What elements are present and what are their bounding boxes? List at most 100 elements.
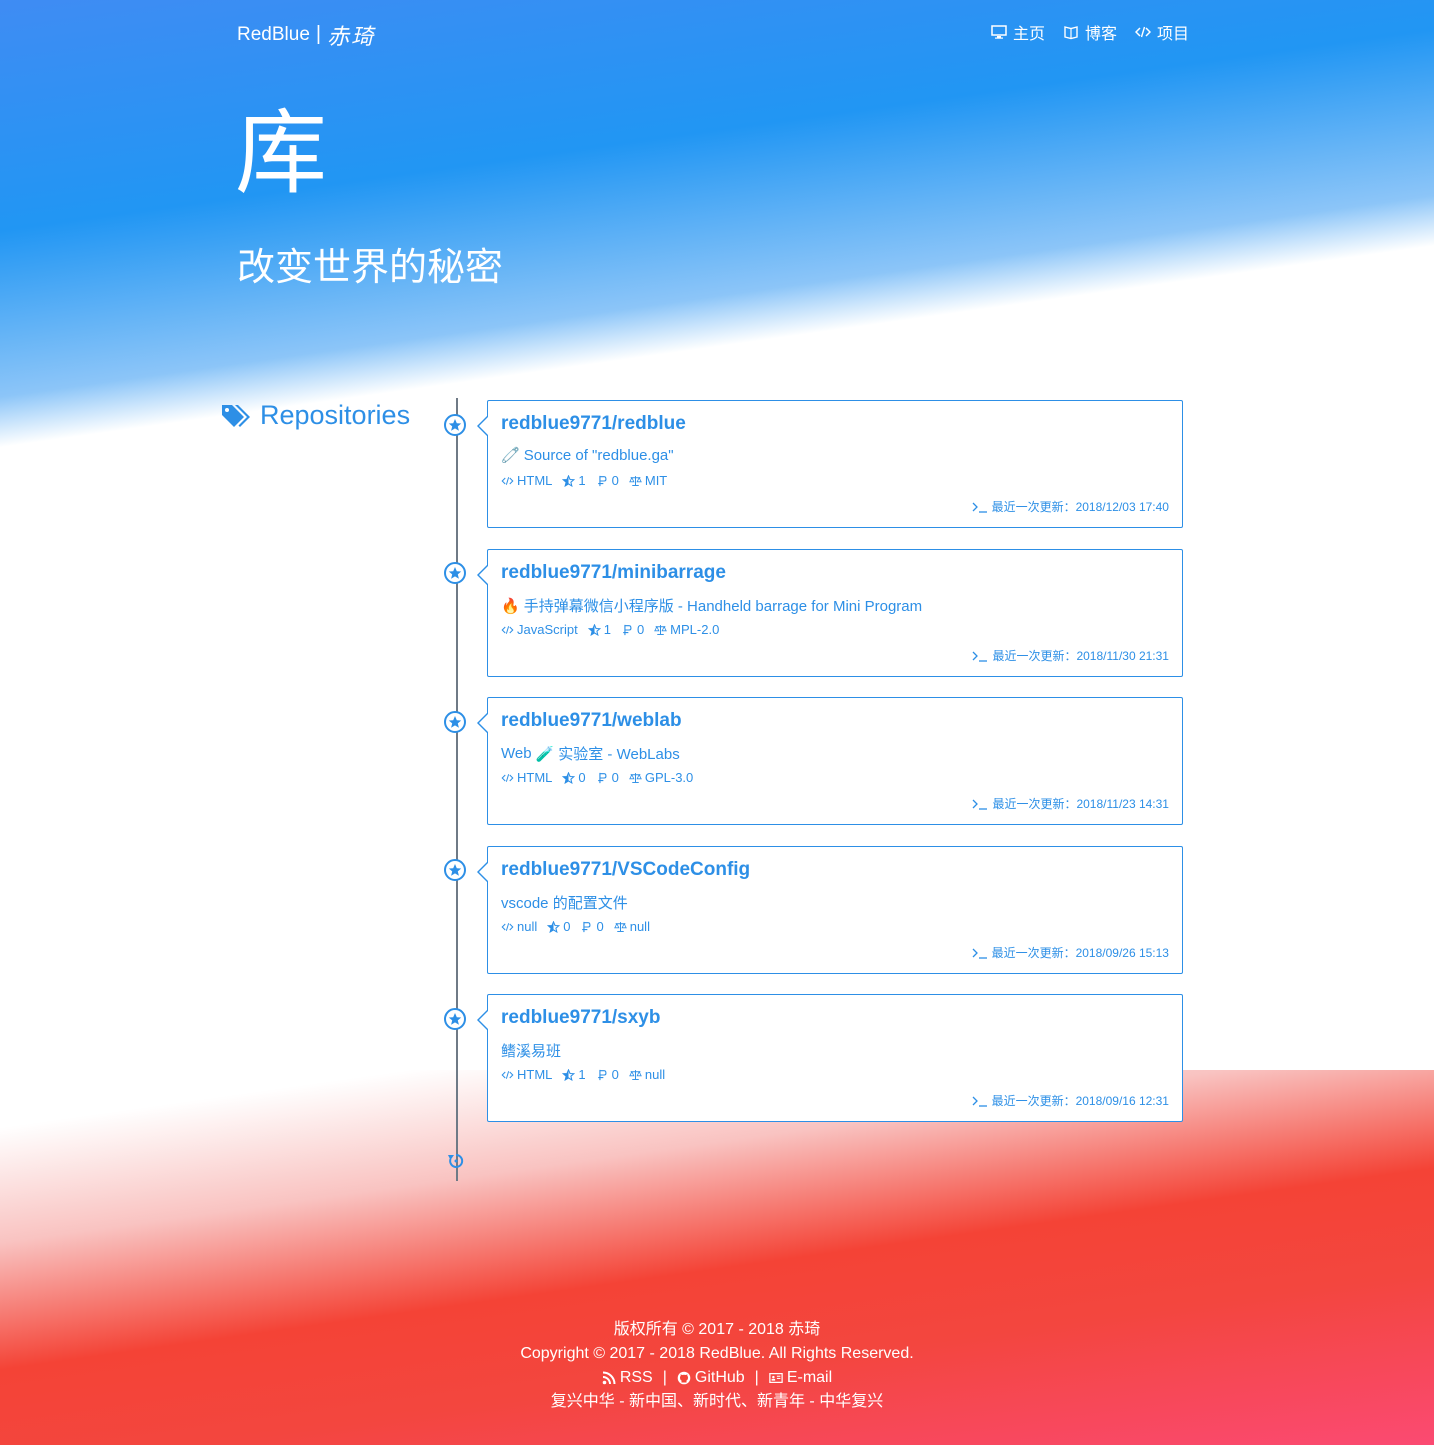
section-label: Repositories (220, 400, 410, 431)
star-icon (448, 716, 462, 728)
repo-language: HTML (501, 770, 552, 785)
reload-icon[interactable] (447, 1152, 465, 1170)
repo-card: redblue9771/minibarrage 🔥 手持弹幕微信小程序版 - H… (477, 549, 1183, 677)
nav-blog[interactable]: 博客 (1063, 20, 1117, 44)
repo-updated: 最近一次更新：2018/09/16 12:31 (972, 1092, 1169, 1109)
nav-blog-label: 博客 (1084, 26, 1117, 43)
brand-logo[interactable]: RedBlue | 赤琦 (237, 19, 375, 51)
code-icon (501, 625, 514, 634)
repo-emoji: 🔥 (501, 597, 520, 615)
balance-scale-icon (629, 475, 642, 486)
brand-name: RedBlue (237, 24, 310, 45)
footer-link-email[interactable]: E-mail (769, 1366, 832, 1390)
terminal-icon (972, 799, 988, 810)
section-label-text: Repositories (260, 400, 411, 430)
page-title: 库 (235, 103, 328, 205)
repo-license: null (629, 1067, 665, 1082)
repo-updated: 最近一次更新：2018/11/30 21:31 (972, 647, 1169, 664)
repo-name-link[interactable]: redblue9771/VSCodeConfig (501, 859, 750, 881)
star-half-icon (562, 771, 576, 784)
repo-card: redblue9771/sxyb 鳍溪易班 HTML 1 0 null 最近一次… (477, 994, 1183, 1122)
repo-card: redblue9771/VSCodeConfig vscode 的配置文件 nu… (477, 846, 1183, 974)
timeline-node (444, 859, 466, 881)
repo-updated: 最近一次更新：2018/12/03 17:40 (972, 498, 1169, 515)
code-icon (501, 922, 514, 931)
nav-projects[interactable]: 项目 (1134, 20, 1189, 44)
footer-separator: | (754, 1369, 759, 1386)
balance-scale-icon (629, 1069, 642, 1080)
repo-name-link[interactable]: redblue9771/minibarrage (501, 562, 726, 584)
repo-description-text: 实验室 - WebLabs (558, 746, 680, 763)
star-half-icon (562, 474, 576, 487)
repo-card: redblue9771/redblue 🧷 Source of "redblue… (477, 400, 1183, 528)
repo-name-link[interactable]: redblue9771/redblue (501, 413, 686, 435)
repo-forks: 0 (596, 473, 619, 488)
star-half-icon (547, 920, 561, 933)
footer-copyright-cn: 版权所有 © 2017 - 2018 赤琦 (613, 1321, 821, 1338)
repo-language: null (501, 919, 537, 934)
nav-projects-label: 项目 (1156, 26, 1189, 43)
footer-slogan: 复兴中华 - 新中国、新时代、新青年 - 中华复兴 (550, 1393, 884, 1410)
repo-description: 🧷 Source of "redblue.ga" (501, 446, 674, 465)
brand-script: 赤琦 (327, 25, 376, 50)
repo-description: vscode 的配置文件 (501, 892, 628, 913)
id-card-icon (769, 1373, 783, 1383)
repo-description: 鳍溪易班 (501, 1040, 561, 1061)
star-icon (448, 419, 462, 431)
star-icon (448, 864, 462, 876)
fork-icon (597, 475, 607, 486)
star-icon (448, 567, 462, 579)
code-icon (1134, 26, 1151, 38)
repo-description: 🔥 手持弹幕微信小程序版 - Handheld barrage for Mini… (501, 595, 922, 616)
rss-icon (602, 1371, 616, 1385)
top-nav: 主页 博客 项目 (991, 20, 1189, 44)
repo-name-link[interactable]: redblue9771/weblab (501, 710, 682, 732)
repo-emoji: 🧷 (501, 447, 520, 464)
timeline-node (444, 562, 466, 584)
terminal-icon (972, 1096, 987, 1107)
repo-meta: HTML 1 0 MIT (501, 473, 667, 488)
repo-stars: 1 (562, 1067, 586, 1082)
repo-stars: 1 (562, 473, 586, 488)
repo-license: GPL-3.0 (629, 770, 693, 785)
footer-links: RSS | GitHub | E-mail (0, 1366, 1434, 1390)
repo-forks: 0 (596, 770, 619, 785)
footer-copyright-en: Copyright © 2017 - 2018 RedBlue. All Rig… (520, 1345, 914, 1362)
repo-language: JavaScript (501, 622, 578, 637)
code-icon (501, 476, 514, 485)
nav-home[interactable]: 主页 (991, 20, 1045, 44)
repo-description: Web 🧪 实验室 - WebLabs (501, 743, 680, 764)
tags-icon (222, 404, 250, 427)
repo-name-link[interactable]: redblue9771/sxyb (501, 1007, 660, 1029)
repo-language: HTML (501, 1067, 552, 1082)
balance-scale-icon (613, 921, 627, 932)
page-subtitle: 改变世界的秘密 (237, 247, 504, 289)
repo-description-prefix: Web (501, 745, 532, 762)
repo-emoji: 🧪 (535, 745, 555, 763)
repo-license: MPL-2.0 (654, 622, 719, 637)
fork-icon (623, 624, 632, 635)
star-icon (448, 1013, 462, 1025)
footer: 版权所有 © 2017 - 2018 赤琦 Copyright © 2017 -… (0, 1318, 1434, 1414)
repo-updated: 最近一次更新：2018/09/26 15:13 (972, 944, 1169, 961)
repo-license: MIT (629, 473, 667, 488)
balance-scale-icon (629, 772, 642, 783)
timeline-node (444, 711, 466, 733)
footer-separator: | (662, 1369, 667, 1386)
fork-icon (597, 1069, 607, 1080)
star-half-icon (562, 1068, 576, 1081)
footer-link-github[interactable]: GitHub (677, 1366, 745, 1390)
repo-forks: 0 (580, 919, 604, 934)
github-icon (677, 1371, 691, 1385)
repo-meta: HTML 1 0 null (501, 1067, 665, 1082)
balance-scale-icon (654, 624, 668, 635)
footer-link-rss[interactable]: RSS (602, 1366, 653, 1390)
desktop-icon (991, 25, 1007, 39)
repo-forks: 0 (621, 622, 644, 637)
terminal-icon (972, 651, 988, 662)
repo-stars: 0 (547, 919, 570, 934)
repo-stars: 0 (562, 770, 586, 785)
star-half-icon (587, 623, 601, 636)
terminal-icon (972, 948, 987, 959)
code-icon (501, 773, 514, 782)
